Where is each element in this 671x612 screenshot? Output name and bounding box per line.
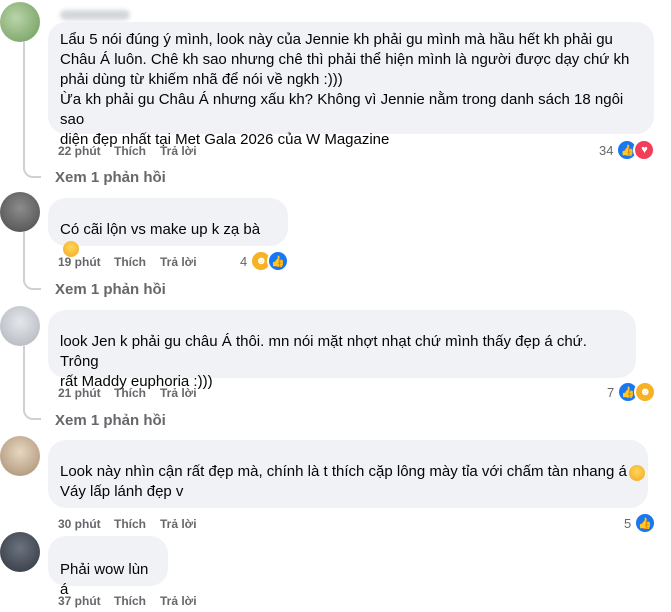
reaction-summary[interactable]: 4 ☻ 👍 xyxy=(240,250,290,272)
commenter-name[interactable] xyxy=(60,10,130,20)
avatar[interactable] xyxy=(0,436,40,476)
comment-actions: 37 phút Thích Trả lời xyxy=(58,594,220,610)
haha-reaction-icon: ☻ xyxy=(634,381,657,403)
comment-actions: 19 phút Thích Trả lời xyxy=(58,255,220,271)
reaction-summary[interactable]: 34 👍 ♥ xyxy=(599,139,656,161)
comment-text: Có cãi lộn vs make up k zạ bà xyxy=(60,221,261,238)
view-replies-link[interactable]: Xem 1 phản hồi xyxy=(55,412,166,429)
comment-bubble: Phải wow lùn á xyxy=(48,536,168,598)
raised-hands-emoji xyxy=(629,465,645,481)
comment-time[interactable]: 30 phút xyxy=(58,517,114,533)
comment-time[interactable]: 22 phút xyxy=(58,144,114,160)
comment-text: Look này nhìn cận rất đẹp mà, chính là t… xyxy=(60,463,627,500)
comment-actions: 30 phút Thích Trả lời xyxy=(58,517,220,533)
comment-bubble: Có cãi lộn vs make up k zạ bà xyxy=(48,198,288,257)
like-button[interactable]: Thích xyxy=(114,517,160,533)
thread-line xyxy=(23,346,25,412)
avatar[interactable] xyxy=(0,306,40,346)
comment-text: Lẩu 5 nói đúng ý mình, look này của Jenn… xyxy=(60,31,630,148)
like-button[interactable]: Thích xyxy=(114,144,160,160)
reply-button[interactable]: Trả lời xyxy=(160,255,220,271)
comment-time[interactable]: 21 phút xyxy=(58,386,114,402)
reply-button[interactable]: Trả lời xyxy=(160,594,220,610)
comment-bubble: Look này nhìn cận rất đẹp mà, chính là t… xyxy=(48,440,648,508)
reaction-count: 34 xyxy=(599,142,614,158)
like-reaction-icon: 👍 xyxy=(634,512,657,534)
comment-time[interactable]: 37 phút xyxy=(58,594,114,610)
comment-time[interactable]: 19 phút xyxy=(58,255,114,271)
reaction-count: 5 xyxy=(624,515,632,531)
reply-button[interactable]: Trả lời xyxy=(160,386,220,402)
comment-bubble: look Jen k phải gu châu Á thôi. mn nói m… xyxy=(48,310,636,390)
view-replies-link[interactable]: Xem 1 phản hồi xyxy=(55,281,166,298)
like-reaction-icon: 👍 xyxy=(267,250,290,272)
reaction-count: 7 xyxy=(607,384,615,400)
comment-actions: 21 phút Thích Trả lời xyxy=(58,386,220,402)
love-reaction-icon: ♥ xyxy=(633,139,656,161)
thread-line xyxy=(23,42,25,170)
thread-curve xyxy=(23,278,41,290)
comment-bubble: Lẩu 5 nói đúng ý mình, look này của Jenn… xyxy=(48,22,654,148)
view-replies-link[interactable]: Xem 1 phản hồi xyxy=(55,169,166,186)
thread-curve xyxy=(23,166,41,178)
thread-line xyxy=(23,232,25,282)
reply-button[interactable]: Trả lời xyxy=(160,517,220,533)
reaction-summary[interactable]: 7 👍 ☻ xyxy=(607,381,657,403)
thread-curve xyxy=(23,408,41,420)
reply-button[interactable]: Trả lời xyxy=(160,144,220,160)
avatar[interactable] xyxy=(0,192,40,232)
comment-text: look Jen k phải gu châu Á thôi. mn nói m… xyxy=(60,333,587,390)
like-button[interactable]: Thích xyxy=(114,255,160,271)
reaction-summary[interactable]: 5 👍 xyxy=(624,512,657,534)
reaction-count: 4 xyxy=(240,253,248,269)
like-button[interactable]: Thích xyxy=(114,594,160,610)
like-button[interactable]: Thích xyxy=(114,386,160,402)
comment-actions: 22 phút Thích Trả lời xyxy=(58,144,220,160)
avatar[interactable] xyxy=(0,2,40,42)
avatar[interactable] xyxy=(0,532,40,572)
